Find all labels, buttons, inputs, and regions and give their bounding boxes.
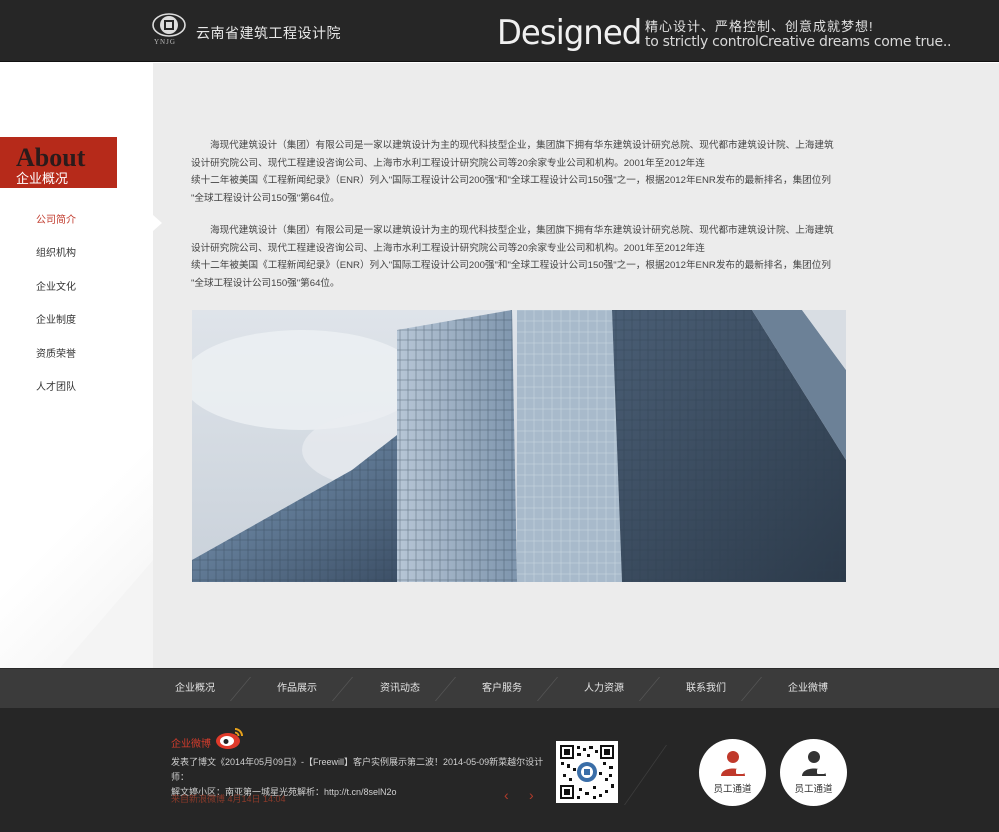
footer-nav-news[interactable]: 资讯动态 — [380, 669, 420, 709]
qr-code-icon — [559, 744, 615, 800]
slogan-chinese: 精心设计、严格控制、创意成就梦想! — [645, 19, 874, 34]
logo-emblem-icon — [152, 13, 186, 37]
active-nav-pointer — [153, 215, 162, 231]
footer-nav-divider — [331, 677, 354, 701]
staff-portal-button[interactable]: 员工通道 — [780, 739, 847, 806]
staff-portal-label: 员工通道 — [794, 784, 833, 795]
sidebar-decoration — [60, 560, 153, 668]
weibo-post-line: 发表了博文《2014年05月09日》-【Freewill】客户实例展示第二波！2… — [171, 757, 544, 782]
footer-nav-works[interactable]: 作品展示 — [277, 669, 317, 709]
staff-portal-label: 员工通道 — [713, 784, 752, 795]
intro-paragraph-line: "全球工程设计公司150强"第64位。 — [191, 192, 340, 204]
intro-paragraph-line: 设计研究院公司、现代工程建设咨询公司、上海市水利工程设计研究院公司等20余家专业… — [191, 157, 705, 169]
footer-nav-hr[interactable]: 人力资源 — [584, 669, 624, 709]
sidebar-item-organization[interactable]: 组织机构 — [36, 246, 146, 279]
sidebar-item-honors[interactable]: 资质荣誉 — [36, 347, 146, 380]
user-icon — [721, 751, 745, 776]
footer-nav-weibo[interactable]: 企业微博 — [788, 669, 828, 709]
weibo-icon[interactable] — [215, 726, 245, 750]
user-icon — [802, 751, 826, 776]
sidebar-item-culture[interactable]: 企业文化 — [36, 280, 146, 313]
footer-nav-divider — [536, 677, 559, 701]
sidebar-item-company-profile[interactable]: 公司简介 — [36, 213, 146, 246]
site-header: YNJG 云南省建筑工程设计院 Designed 精心设计、严格控制、创意成就梦… — [0, 0, 999, 62]
weibo-meta: 来自新浪微博 4月14日 14:04 — [171, 794, 286, 804]
footer-nav-divider — [740, 677, 763, 701]
intro-paragraph: 海现代建筑设计（集团）有限公司是一家以建筑设计为主的现代科技型企业，集团旗下拥有… — [191, 222, 851, 292]
sidebar-nav: 公司简介 组织机构 企业文化 企业制度 资质荣誉 人才团队 — [36, 213, 146, 413]
footer-nav-service[interactable]: 客户服务 — [482, 669, 522, 709]
next-arrow-icon[interactable]: › — [529, 787, 534, 803]
staff-portal-button[interactable]: 员工通道 — [699, 739, 766, 806]
building-illustration — [192, 310, 846, 582]
intro-paragraph: 海现代建筑设计（集团）有限公司是一家以建筑设计为主的现代科技型企业，集团旗下拥有… — [191, 137, 851, 207]
sidebar-item-team[interactable]: 人才团队 — [36, 380, 146, 413]
slogan-headline: Designed — [497, 13, 642, 53]
header-slogan: Designed 精心设计、严格控制、创意成就梦想! to strictly c… — [497, 12, 967, 53]
intro-paragraph-line: 续十二年被美国《工程新闻纪录》（ENR）列入"国际工程设计公司200强"和"全球… — [191, 175, 831, 186]
intro-paragraph-line: 海现代建筑设计（集团）有限公司是一家以建筑设计为主的现代科技型企业，集团旗下拥有… — [210, 225, 834, 236]
slogan-english: to strictly controlCreative dreams come … — [645, 34, 952, 50]
footer-nav-divider — [229, 677, 252, 701]
intro-paragraph-line: 海现代建筑设计（集团）有限公司是一家以建筑设计为主的现代科技型企业，集团旗下拥有… — [210, 140, 834, 151]
sidebar-item-rules[interactable]: 企业制度 — [36, 313, 146, 346]
weibo-title[interactable]: 企业微博 — [171, 735, 211, 750]
footer-nav-divider — [638, 677, 661, 701]
intro-paragraph-line: 设计研究院公司、现代工程建设咨询公司、上海市水利工程设计研究院公司等20余家专业… — [191, 242, 705, 254]
logo-subtext: YNJG — [154, 38, 176, 46]
intro-paragraph-line: "全球工程设计公司150强"第64位。 — [191, 277, 340, 289]
about-subtitle: 企业概况 — [16, 171, 69, 186]
footer-nav-about[interactable]: 企业概况 — [175, 669, 215, 709]
qr-code — [556, 741, 618, 803]
company-logo[interactable]: YNJG 云南省建筑工程设计院 — [152, 13, 352, 49]
company-name: 云南省建筑工程设计院 — [196, 25, 341, 41]
footer-nav-contact[interactable]: 联系我们 — [686, 669, 726, 709]
prev-arrow-icon[interactable]: ‹ — [504, 787, 509, 803]
building-photo — [192, 310, 846, 582]
footer-nav-divider — [434, 677, 457, 701]
footer-nav: 企业概况 作品展示 资讯动态 客户服务 人力资源 联系我们 企业微博 — [0, 668, 999, 708]
intro-paragraph-line: 续十二年被美国《工程新闻纪录》（ENR）列入"国际工程设计公司200强"和"全球… — [191, 260, 831, 271]
